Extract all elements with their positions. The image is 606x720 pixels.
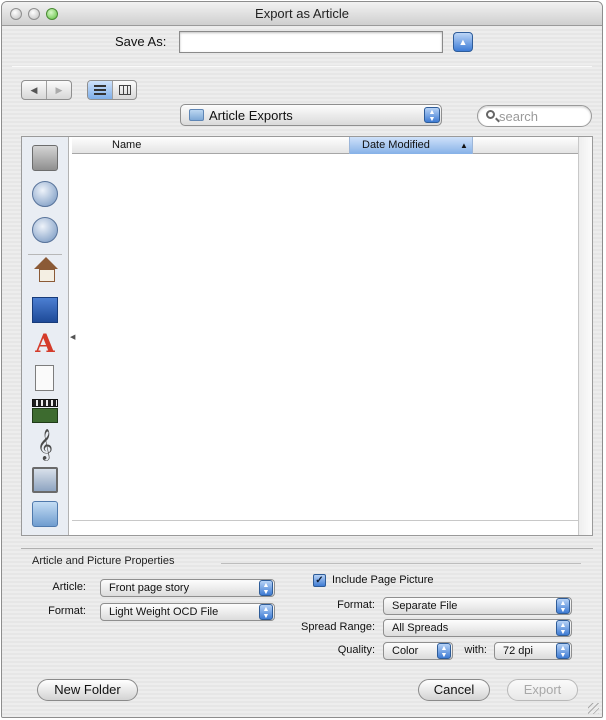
popup-arrows-icon: ▲ ▼ <box>424 107 440 123</box>
with-label: with: <box>464 644 487 656</box>
column-date-modified-label: Date Modified <box>362 139 430 151</box>
music-icon[interactable]: 𝄞 <box>32 431 58 458</box>
export-dialog-window: Export as Article Save As: ▲ ◀ ▶ Article… <box>1 1 603 718</box>
include-page-picture-label: Include Page Picture <box>332 574 434 586</box>
movies-icon[interactable] <box>32 399 58 407</box>
column-view-icon <box>118 85 131 95</box>
spread-range-value: All Spreads <box>392 622 449 634</box>
pictures-icon[interactable] <box>32 467 58 493</box>
back-forward-control: ◀ ▶ <box>21 80 72 100</box>
properties-rule <box>221 563 581 564</box>
properties-title: Article and Picture Properties <box>32 555 175 567</box>
sidebar: A 𝄞 <box>22 137 69 535</box>
include-page-picture-checkbox[interactable]: ✓ <box>313 574 326 587</box>
forward-arrow-icon[interactable]: ▶ <box>46 81 71 99</box>
folder-icon <box>189 109 204 121</box>
quality-value: Color <box>392 645 419 657</box>
list-view-button[interactable] <box>88 81 112 99</box>
file-browser: A 𝄞 ◀ Name Date Modified ▲ <box>21 136 593 536</box>
save-as-field[interactable] <box>179 31 443 53</box>
movies-clapper-icon <box>32 408 58 423</box>
article-label: Article: <box>52 581 86 593</box>
window-title: Export as Article <box>255 6 349 21</box>
home-icon[interactable] <box>34 257 58 282</box>
popup-arrows-icon: ▲ ▼ <box>259 604 273 620</box>
list-view-icon <box>94 85 106 95</box>
column-date-modified-header[interactable]: Date Modified ▲ <box>349 137 473 154</box>
picture-format-label: Format: <box>337 599 375 611</box>
location-folder-name: Article Exports <box>209 108 293 123</box>
documents-icon[interactable] <box>35 365 54 391</box>
dpi-value: 72 dpi <box>503 645 533 657</box>
list-bottom-border <box>72 520 578 521</box>
article-popup[interactable]: Front page story ▲ ▼ <box>100 579 275 597</box>
spread-range-label: Spread Range: <box>301 621 375 633</box>
spread-range-popup[interactable]: All Spreads ▲ ▼ <box>383 619 572 637</box>
export-button[interactable]: Export <box>507 679 578 701</box>
desktop-icon[interactable] <box>32 297 58 323</box>
save-as-label: Save As: <box>115 34 167 49</box>
search-icon <box>486 110 495 119</box>
triangle-up-icon: ▲ <box>458 37 468 47</box>
applications-icon[interactable]: A <box>32 331 58 357</box>
popup-arrows-icon: ▲ ▼ <box>259 580 273 596</box>
collapse-dialog-button[interactable]: ▲ <box>453 32 473 52</box>
idisk-globe-icon[interactable] <box>32 217 58 243</box>
dpi-popup[interactable]: 72 dpi ▲ ▼ <box>494 642 572 660</box>
network-globe-icon[interactable] <box>32 181 58 207</box>
picture-format-popup[interactable]: Separate File ▲ ▼ <box>383 597 572 615</box>
sidebar-separator <box>28 254 62 255</box>
file-list[interactable]: Name Date Modified ▲ <box>72 137 592 535</box>
cancel-button[interactable]: Cancel <box>418 679 490 701</box>
article-value: Front page story <box>109 582 190 594</box>
sort-ascending-icon: ▲ <box>460 141 468 150</box>
picture-format-value: Separate File <box>392 600 458 612</box>
back-arrow-icon[interactable]: ◀ <box>22 81 46 99</box>
search-placeholder: search <box>499 109 539 124</box>
quality-popup[interactable]: Color ▲ ▼ <box>383 642 453 660</box>
format-popup[interactable]: Light Weight OCD File ▲ ▼ <box>100 603 275 621</box>
column-name-header[interactable]: Name <box>112 139 141 151</box>
vertical-scrollbar[interactable] <box>578 137 592 535</box>
divider <box>12 66 592 67</box>
format-value: Light Weight OCD File <box>109 606 219 618</box>
format-label: Format: <box>48 605 86 617</box>
column-header: Name Date Modified ▲ <box>72 137 578 154</box>
popup-arrows-icon: ▲ ▼ <box>437 643 451 659</box>
popup-arrows-icon: ▲ ▼ <box>556 643 570 659</box>
view-mode-control <box>87 80 137 100</box>
title-bar[interactable]: Export as Article <box>2 2 602 26</box>
search-field[interactable]: search <box>477 105 592 127</box>
quality-label: Quality: <box>337 644 375 656</box>
resize-grip-icon[interactable] <box>588 703 599 714</box>
popup-arrows-icon: ▲ ▼ <box>556 598 570 614</box>
hard-disk-icon[interactable] <box>32 145 58 171</box>
checkmark-icon: ✓ <box>315 575 324 586</box>
popup-arrows-icon: ▲ ▼ <box>556 620 570 636</box>
folder-icon[interactable] <box>32 501 58 527</box>
location-popup[interactable]: Article Exports ▲ ▼ <box>180 104 442 126</box>
column-view-button[interactable] <box>111 81 137 99</box>
new-folder-button[interactable]: New Folder <box>37 679 138 701</box>
